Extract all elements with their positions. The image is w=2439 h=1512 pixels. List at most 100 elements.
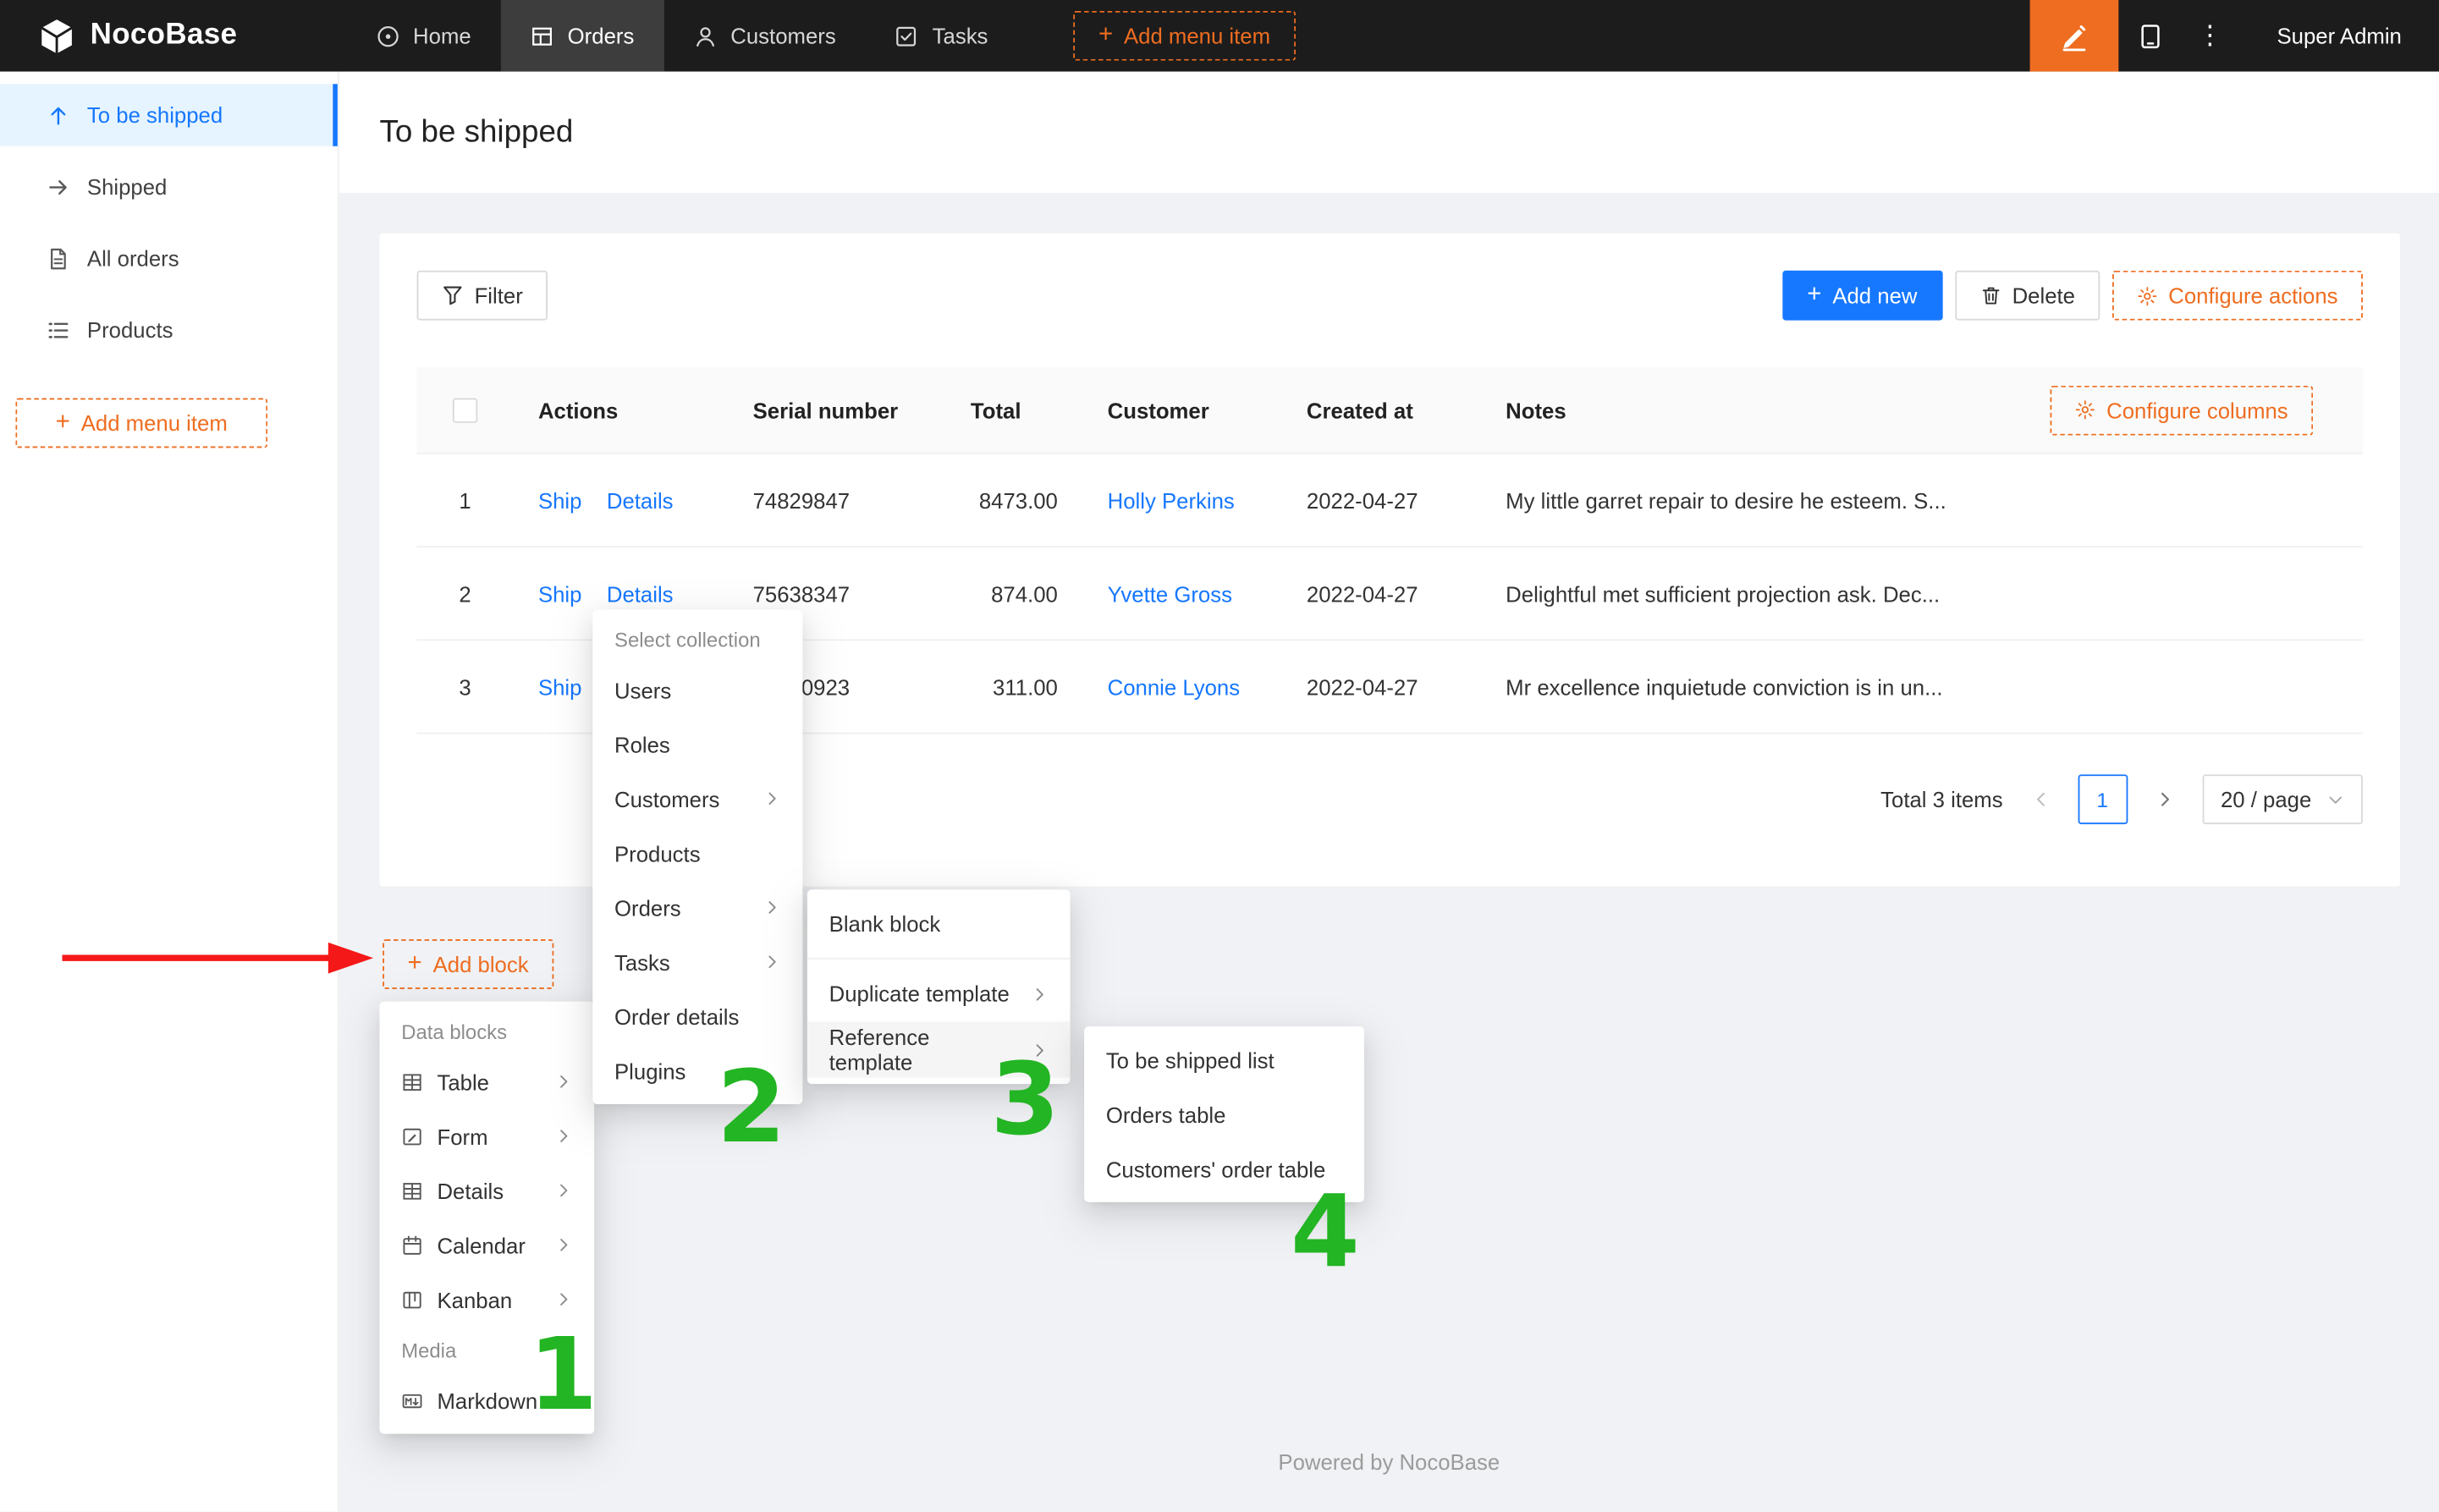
gear-icon — [2137, 285, 2157, 305]
menu-item-calendar[interactable]: Calendar — [379, 1218, 594, 1272]
nav-item-label: Home — [413, 24, 471, 48]
notes-cell: Delightful met sufficient projection ask… — [1481, 580, 2363, 605]
gear-icon — [2075, 399, 2095, 420]
add-block-label: Add block — [433, 952, 529, 976]
plus-icon: + — [408, 952, 422, 976]
user-menu[interactable]: Super Admin — [2237, 24, 2439, 48]
nav-item-orders[interactable]: Orders — [501, 0, 664, 72]
menu-item-customers[interactable]: Customers — [592, 772, 802, 826]
menu-item-label: Order details — [614, 1003, 739, 1028]
more-menu-button[interactable]: ⋮ — [2183, 0, 2236, 72]
add-new-button[interactable]: + Add new — [1782, 271, 1942, 321]
menu-item-order-details[interactable]: Order details — [592, 989, 802, 1043]
trash-icon — [1979, 284, 2001, 306]
filter-button[interactable]: Filter — [417, 271, 548, 321]
sidebar: To be shipped Shipped All orders Product… — [0, 72, 339, 1512]
tasks-icon — [895, 24, 919, 47]
ship-link[interactable]: Ship — [538, 674, 582, 699]
ship-link[interactable]: Ship — [538, 580, 582, 605]
table-header-row: Actions Serial number Total Customer Cre… — [417, 367, 2363, 454]
sidebar-item-to-be-shipped[interactable]: To be shipped — [0, 84, 338, 146]
customers-icon — [693, 24, 717, 47]
delete-button[interactable]: Delete — [1955, 271, 2100, 321]
column-header-actions: Actions — [514, 398, 729, 422]
total-cell: 8473.00 — [946, 487, 1083, 512]
details-link[interactable]: Details — [607, 580, 674, 605]
sidebar-item-shipped[interactable]: Shipped — [0, 156, 338, 218]
menu-item-blank-block[interactable]: Blank block — [807, 896, 1071, 952]
menu-item-form[interactable]: Form — [379, 1108, 594, 1163]
table-grid-icon — [401, 1070, 423, 1092]
row-index: 3 — [417, 674, 514, 699]
nav-item-customers[interactable]: Customers — [663, 0, 865, 72]
menu-item-duplicate-template[interactable]: Duplicate template — [807, 965, 1071, 1021]
menu-item-label: Calendar — [437, 1233, 525, 1257]
ui-editor-button[interactable] — [2029, 0, 2118, 72]
page-title: To be shipped — [379, 114, 573, 150]
menu-item-label: Customers — [614, 786, 719, 811]
nav-item-home[interactable]: Home — [346, 0, 501, 72]
menu-item-orders-table[interactable]: Orders table — [1084, 1087, 1364, 1141]
configure-actions-button[interactable]: Configure actions — [2112, 271, 2363, 321]
sidebar-item-label: Shipped — [87, 174, 167, 199]
step-2-annotation: 2 — [717, 1051, 786, 1166]
customer-link[interactable]: Connie Lyons — [1108, 674, 1240, 699]
menu-item-details[interactable]: Details — [379, 1163, 594, 1218]
menu-item-products[interactable]: Products — [592, 826, 802, 880]
pagination-page-1[interactable]: 1 — [2078, 774, 2128, 824]
add-menu-item-label: Add menu item — [81, 410, 228, 435]
chevron-right-icon — [763, 954, 780, 970]
navbar-add-menu-item-button[interactable]: + Add menu item — [1074, 11, 1296, 61]
nocobase-logo[interactable]: NocoBase — [0, 0, 265, 72]
sidebar-add-menu-item-button[interactable]: + Add menu item — [15, 399, 267, 448]
ship-link[interactable]: Ship — [538, 487, 582, 512]
column-header-serial-number: Serial number — [728, 398, 945, 422]
page-size-select[interactable]: 20 / page — [2202, 774, 2363, 824]
menu-item-label: Reference template — [829, 1025, 1017, 1075]
sidebar-item-products[interactable]: Products — [0, 299, 338, 361]
serial-number-cell: 75638347 — [728, 580, 945, 605]
pagination-prev-button[interactable] — [2015, 774, 2065, 824]
nav-item-label: Customers — [730, 24, 835, 48]
sidebar-item-all-orders[interactable]: All orders — [0, 227, 338, 289]
customer-link[interactable]: Yvette Gross — [1108, 580, 1232, 605]
menu-item-orders[interactable]: Orders — [592, 880, 802, 934]
column-header-customer: Customer — [1082, 398, 1281, 422]
details-link[interactable]: Details — [607, 487, 674, 512]
ui-editor-pen-icon — [2059, 21, 2089, 51]
top-navbar: NocoBase Home Orders Customers Tasks + — [0, 0, 2439, 72]
menu-item-tasks[interactable]: Tasks — [592, 935, 802, 989]
configure-actions-label: Configure actions — [2168, 283, 2337, 308]
created-at-cell: 2022-04-27 — [1282, 487, 1481, 512]
add-new-label: Add new — [1832, 283, 1917, 308]
total-cell: 874.00 — [946, 580, 1083, 605]
menu-item-label: Roles — [614, 732, 670, 756]
mobile-preview-button[interactable] — [2118, 0, 2183, 72]
file-icon — [47, 246, 70, 270]
logo-text: NocoBase — [91, 19, 238, 52]
configure-columns-button[interactable]: Configure columns — [2051, 385, 2313, 435]
menu-item-label: Form — [437, 1124, 487, 1148]
form-edit-icon — [401, 1125, 423, 1147]
menu-group-title: Data blocks — [379, 1008, 594, 1054]
chevron-right-icon — [763, 790, 780, 807]
menu-group-title: Select collection — [592, 616, 802, 663]
home-icon — [376, 24, 399, 47]
select-all-checkbox[interactable] — [453, 398, 477, 422]
add-block-button[interactable]: + Add block — [383, 939, 553, 989]
menu-item-label: Details — [437, 1178, 504, 1202]
menu-item-roles[interactable]: Roles — [592, 717, 802, 771]
menu-item-users[interactable]: Users — [592, 663, 802, 717]
customer-link[interactable]: Holly Perkins — [1108, 487, 1235, 512]
orders-icon — [531, 24, 554, 47]
nav-item-tasks[interactable]: Tasks — [866, 0, 1018, 72]
menu-item-to-be-shipped-list[interactable]: To be shipped list — [1084, 1032, 1364, 1086]
chevron-right-icon — [555, 1291, 572, 1308]
more-kebab-icon: ⋮ — [2197, 20, 2223, 52]
mobile-preview-icon — [2138, 23, 2164, 49]
column-header-created-at: Created at — [1282, 398, 1481, 422]
nocobase-app: NocoBase Home Orders Customers Tasks + — [0, 0, 2439, 1512]
pagination-next-button[interactable] — [2139, 774, 2189, 824]
calendar-icon — [401, 1234, 423, 1256]
menu-item-table[interactable]: Table — [379, 1054, 594, 1108]
